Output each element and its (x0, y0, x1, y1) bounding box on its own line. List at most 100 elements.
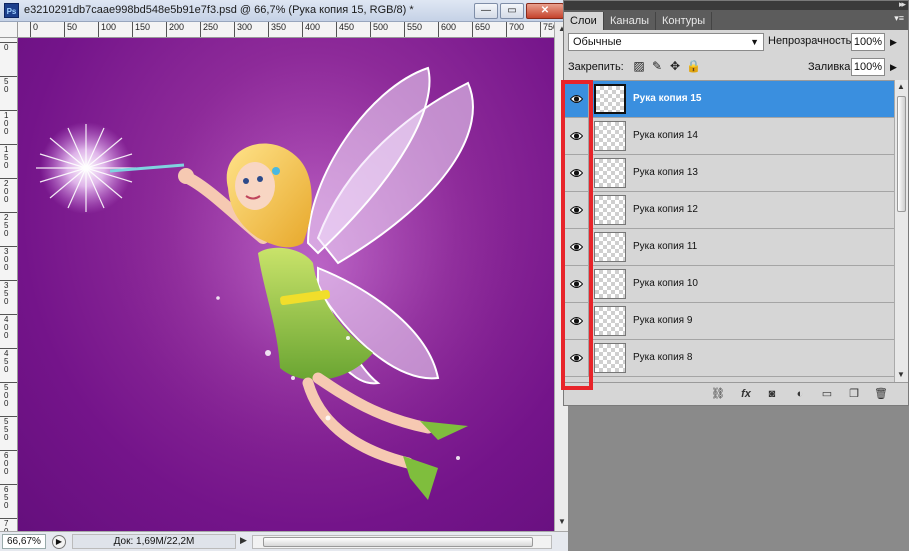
layers-list: Рука копия 15 Рука копия 14 Рука копия 13 Р… (564, 80, 894, 382)
layers-scrollbar[interactable]: ▲ ▼ (894, 80, 908, 382)
layer-mask-icon[interactable]: ◙ (764, 387, 780, 401)
layer-thumbnail[interactable] (594, 343, 626, 373)
status-menu-icon[interactable]: ▶ (52, 535, 66, 549)
scroll-up-icon[interactable]: ▲ (897, 82, 905, 91)
scroll-down-icon[interactable]: ▼ (897, 370, 905, 379)
tab-channels[interactable]: Каналы (604, 12, 657, 30)
fill-input[interactable]: 100% (851, 58, 885, 76)
opacity-slider-icon[interactable]: ▶ (890, 37, 897, 48)
vertical-ruler[interactable]: 0 50 100 150 200 250 300 350 400 450 500 550 600 650 7… (0, 38, 18, 531)
ruler-tick-label: 550 (407, 22, 423, 32)
status-arrow-icon[interactable]: ▶ (240, 535, 247, 546)
ruler-tick: 150 (132, 22, 150, 37)
ruler-tick-label: 0 (33, 22, 39, 32)
layers-panel: ▸▸ Слои Каналы Контуры ▾≡ Обычные ▼ Непр… (563, 0, 909, 406)
scroll-down-icon[interactable]: ▼ (557, 517, 567, 527)
zoom-level-field[interactable]: 66,67% (2, 534, 46, 549)
layer-thumbnail[interactable] (594, 306, 626, 336)
ruler-tick: 750 (540, 22, 554, 37)
layers-scroll-thumb[interactable] (897, 96, 906, 212)
ruler-tick-label: 700 (4, 519, 9, 532)
ruler-tick-label: 450 (4, 349, 9, 374)
document-window: Ps e3210291db7caae998bd548e5b91e7f3.psd … (0, 0, 568, 551)
ruler-tick: 400 (0, 314, 17, 340)
layer-name[interactable]: Рука копия 15 (633, 93, 701, 104)
layer-thumbnail[interactable] (594, 269, 626, 299)
tab-layers[interactable]: Слои (564, 12, 604, 30)
panel-menu-icon[interactable]: ▾≡ (894, 13, 904, 24)
layer-thumbnail[interactable] (594, 195, 626, 225)
adjustment-layer-icon[interactable]: ◐ (792, 387, 808, 401)
document-titlebar[interactable]: Ps e3210291db7caae998bd548e5b91e7f3.psd … (0, 0, 568, 22)
ruler-tick-label: 50 (67, 22, 78, 32)
ruler-tick: 100 (0, 110, 17, 136)
fill-slider-icon[interactable]: ▶ (890, 62, 897, 73)
opacity-input[interactable]: 100% (851, 33, 885, 51)
layer-name[interactable]: Рука копия 13 (633, 167, 698, 178)
fill-label: Заливка: (808, 61, 854, 73)
ruler-tick: 200 (166, 22, 184, 37)
lock-transparency-icon[interactable]: ▨ (632, 59, 646, 73)
layer-name[interactable]: Рука копия 12 (633, 204, 698, 215)
layer-row[interactable]: Рука копия 14 (564, 118, 894, 155)
horizontal-ruler[interactable]: 0 50 100 150 200 250 300 350 400 450 500 550 600 650 7… (18, 22, 554, 38)
layer-thumbnail[interactable] (594, 121, 626, 151)
document-size-readout[interactable]: Док: 1,69M/22,2M (72, 534, 236, 549)
link-layers-icon[interactable]: ⛓ (710, 387, 726, 401)
ruler-tick-label: 100 (101, 22, 117, 32)
blend-mode-select[interactable]: Обычные ▼ (568, 33, 764, 51)
fx-icon[interactable]: fx (738, 387, 754, 401)
ruler-tick-label: 350 (4, 281, 9, 306)
ruler-tick: 350 (0, 280, 17, 306)
layer-name[interactable]: Рука копия 9 (633, 315, 692, 326)
ruler-tick-label: 550 (4, 417, 9, 442)
layer-row[interactable]: Рука копия 9 (564, 303, 894, 340)
layer-row[interactable]: Рука копия 12 (564, 192, 894, 229)
ruler-tick-label: 450 (339, 22, 355, 32)
layer-row[interactable]: Рука копия 11 (564, 229, 894, 266)
trash-icon[interactable]: 🗑 (873, 387, 889, 401)
layer-row[interactable]: Рука копия 10 (564, 266, 894, 303)
ruler-tick: 450 (336, 22, 354, 37)
collapse-panel-icon[interactable]: ▸▸ (899, 0, 906, 10)
layer-name[interactable]: Рука копия 10 (633, 278, 698, 289)
fairy-shoe-back (403, 456, 438, 500)
lock-label: Закрепить: (568, 61, 624, 73)
ruler-tick-label: 600 (4, 451, 9, 476)
lock-position-icon[interactable]: ✥ (668, 59, 682, 73)
ruler-tick-label: 250 (4, 213, 9, 238)
ruler-tick-label: 700 (509, 22, 525, 32)
new-group-icon[interactable]: ▭ (819, 387, 835, 401)
status-bar: 66,67% ▶ Док: 1,69M/22,2M ▶ (0, 531, 568, 551)
lock-pixels-icon[interactable]: ✎ (650, 59, 664, 73)
minimize-button[interactable]: — (474, 3, 498, 19)
layer-row[interactable]: Рука копия 15 (564, 81, 894, 118)
ruler-tick: 650 (0, 484, 17, 510)
photoshop-app-icon: Ps (4, 3, 19, 18)
layer-thumbnail[interactable] (594, 158, 626, 188)
ruler-origin[interactable] (0, 22, 18, 38)
lock-all-icon[interactable]: 🔒 (686, 59, 701, 73)
layer-row[interactable]: Рука копия 8 (564, 340, 894, 377)
ruler-tick-label: 350 (271, 22, 287, 32)
ruler-tick-label: 650 (4, 485, 9, 510)
layer-name[interactable]: Рука копия 14 (633, 130, 698, 141)
ruler-tick: 100 (98, 22, 116, 37)
layer-thumbnail[interactable] (594, 84, 626, 114)
layer-name[interactable]: Рука копия 8 (633, 352, 692, 363)
layer-name[interactable]: Рука копия 11 (633, 241, 697, 252)
panel-grip[interactable]: ▸▸ (564, 0, 908, 10)
ruler-tick-label: 100 (4, 111, 9, 136)
ruler-tick-label: 750 (543, 22, 554, 32)
layer-thumbnail[interactable] (594, 232, 626, 262)
horizontal-scroll-thumb[interactable] (263, 537, 533, 547)
maximize-button[interactable]: ▭ (500, 3, 524, 19)
tab-paths[interactable]: Контуры (656, 12, 713, 30)
new-layer-icon[interactable]: ❐ (846, 387, 862, 401)
document-horizontal-scrollbar[interactable] (252, 535, 552, 549)
close-button[interactable]: ✕ (526, 3, 564, 19)
document-canvas[interactable] (18, 38, 554, 531)
ruler-tick: 500 (0, 382, 17, 408)
layer-row[interactable]: Рука копия 13 (564, 155, 894, 192)
ruler-tick-label: 600 (441, 22, 457, 32)
